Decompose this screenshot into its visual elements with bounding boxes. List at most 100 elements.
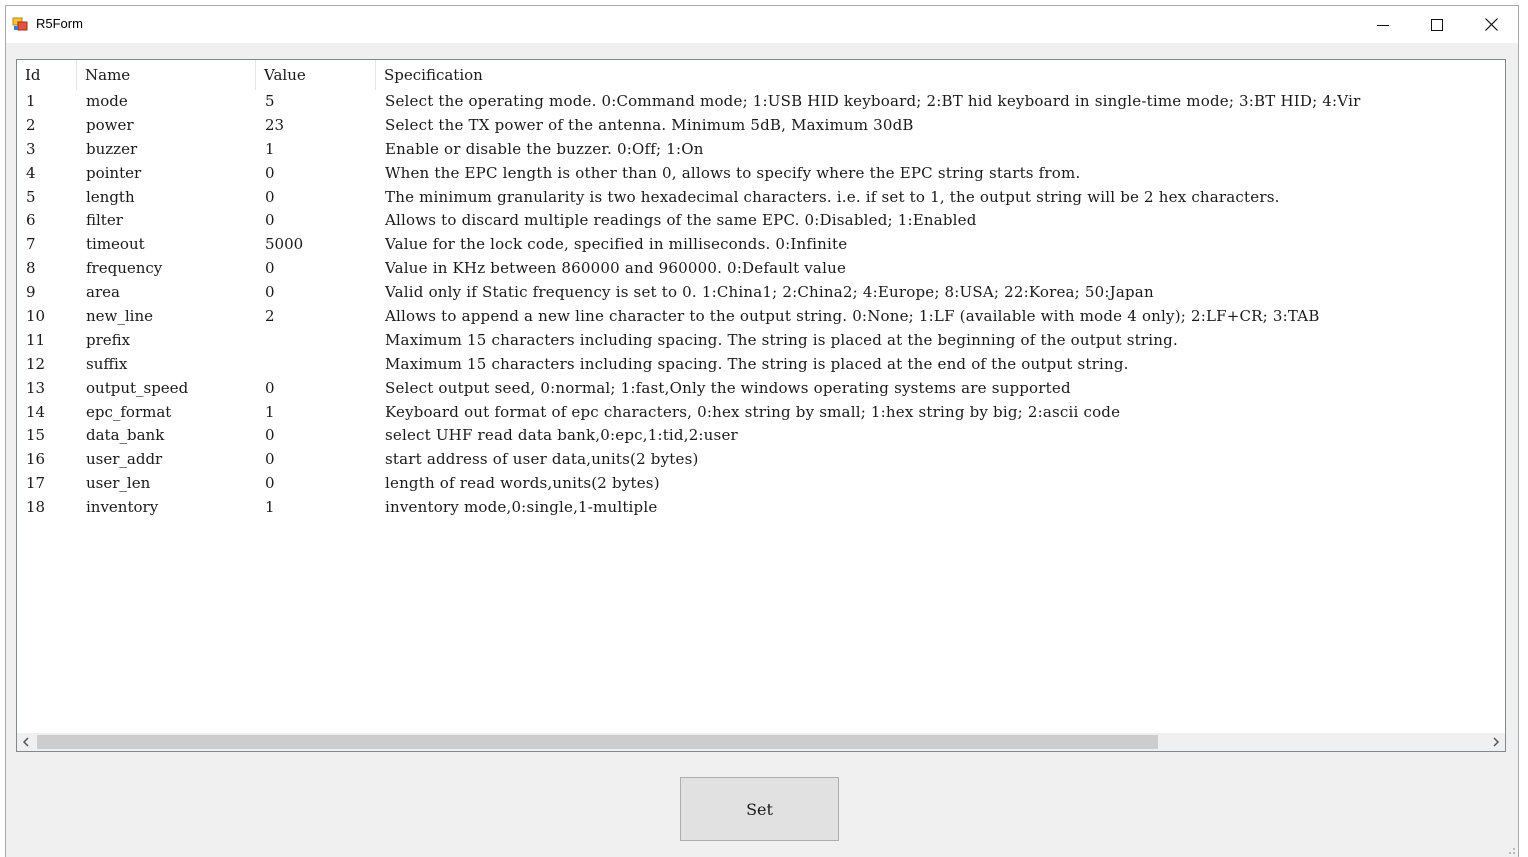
cell-specification: The minimum granularity is two hexadecim… <box>385 187 1280 206</box>
cell-id: 6 <box>26 211 36 230</box>
cell-name: pointer <box>86 163 142 182</box>
cell-name: new_line <box>86 307 154 326</box>
column-header-specification[interactable]: Specification <box>376 60 1505 90</box>
cell-value: 0 <box>265 283 275 302</box>
cell-id: 4 <box>26 163 36 182</box>
cell-value: 1 <box>265 139 275 158</box>
table-row[interactable]: 14 epc_format 1 Keyboard out format of epc … <box>17 401 1505 425</box>
cell-name: mode <box>86 92 128 110</box>
cell-specification: Maximum 15 characters including spacing.… <box>385 354 1129 373</box>
table-row[interactable]: 6 filter 0 Allows to discard multiple readi… <box>17 209 1505 233</box>
cell-value: 0 <box>265 187 275 206</box>
cell-value: 0 <box>265 211 275 230</box>
title-bar[interactable]: R5Form <box>6 6 1518 43</box>
cell-id: 8 <box>26 259 36 278</box>
horizontal-scrollbar[interactable] <box>17 733 1505 751</box>
cell-name: prefix <box>86 330 131 349</box>
cell-specification: Allows to discard multiple readings of t… <box>385 211 977 230</box>
table-row[interactable]: 13 output_speed 0 Select output seed, 0:nor… <box>17 377 1505 401</box>
cell-value: 0 <box>265 450 275 469</box>
cell-value: 1 <box>265 498 275 517</box>
table-row[interactable]: 7 timeout 5000 Value for the lock code, spe… <box>17 233 1505 257</box>
cell-value: 0 <box>265 426 275 445</box>
table-row[interactable]: 18 inventory 1 inventory mode,0:single,1-mu… <box>17 496 1505 520</box>
cell-value: 1 <box>265 402 275 421</box>
cell-value: 5 <box>265 92 275 110</box>
cell-id: 2 <box>26 115 36 134</box>
scroll-left-button[interactable] <box>17 733 35 751</box>
table-row[interactable]: 3 buzzer 1 Enable or disable the buzzer. 0:… <box>17 138 1505 162</box>
r5form-window: R5Form Id Name Value Specification 1 mode… <box>5 5 1519 857</box>
cell-id: 18 <box>26 498 46 517</box>
list-rows: 1 mode 5 Select the operating mode. 0:Comma… <box>17 90 1505 520</box>
cell-specification: Value for the lock code, specified in mi… <box>385 235 848 254</box>
cell-name: frequency <box>86 259 163 278</box>
cell-id: 13 <box>26 378 46 397</box>
cell-id: 5 <box>26 187 36 206</box>
chevron-right-icon <box>1493 737 1500 747</box>
cell-name: buzzer <box>86 139 138 158</box>
table-row[interactable]: 10 new_line 2 Allows to append a new line c… <box>17 305 1505 329</box>
close-button[interactable] <box>1464 6 1518 43</box>
settings-list-view[interactable]: Id Name Value Specification 1 mode 5 Select… <box>16 59 1506 752</box>
cell-value: 23 <box>265 115 285 134</box>
close-icon <box>1484 18 1498 31</box>
cell-name: suffix <box>86 354 128 373</box>
cell-specification: Keyboard out format of epc characters, 0… <box>385 402 1121 421</box>
cell-name: epc_format <box>86 402 172 421</box>
cell-specification: Select the operating mode. 0:Command mod… <box>385 92 1361 110</box>
cell-name: data_bank <box>86 426 165 445</box>
cell-id: 3 <box>26 139 36 158</box>
chevron-left-icon <box>22 737 29 747</box>
table-row[interactable]: 2 power 23 Select the TX power of the anten… <box>17 114 1505 138</box>
set-button[interactable]: Set <box>680 777 839 841</box>
cell-value: 0 <box>265 378 275 397</box>
cell-value: 0 <box>265 163 275 182</box>
cell-specification: Select the TX power of the antenna. Mini… <box>385 115 914 134</box>
cell-id: 1 <box>26 92 36 110</box>
app-icon <box>12 17 28 31</box>
cell-specification: length of read words,units(2 bytes) <box>385 474 660 493</box>
table-row[interactable]: 15 data_bank 0 select UHF read data bank,0:… <box>17 424 1505 448</box>
table-row[interactable]: 1 mode 5 Select the operating mode. 0:Comma… <box>17 90 1505 114</box>
list-header: Id Name Value Specification <box>17 60 1505 90</box>
cell-value: 0 <box>265 474 275 493</box>
column-header-id[interactable]: Id <box>17 60 77 90</box>
cell-name: power <box>86 115 134 134</box>
table-row[interactable]: 16 user_addr 0 start address of user data,u… <box>17 448 1505 472</box>
column-header-name[interactable]: Name <box>77 60 256 90</box>
cell-specification: When the EPC length is other than 0, all… <box>385 163 1081 182</box>
minimize-icon <box>1377 24 1389 26</box>
cell-id: 12 <box>26 354 46 373</box>
cell-specification: Maximum 15 characters including spacing.… <box>385 330 1178 349</box>
column-header-value[interactable]: Value <box>256 60 376 90</box>
maximize-icon <box>1431 18 1443 31</box>
cell-specification: Allows to append a new line character to… <box>385 307 1320 326</box>
table-row[interactable]: 17 user_len 0 length of read words,units(2 … <box>17 472 1505 496</box>
table-row[interactable]: 9 area 0 Valid only if Static frequency is … <box>17 281 1505 305</box>
minimize-button[interactable] <box>1356 6 1410 43</box>
cell-specification: Select output seed, 0:normal; 1:fast,Onl… <box>385 378 1071 397</box>
table-row[interactable]: 12 suffix Maximum 15 characters including … <box>17 353 1505 377</box>
cell-id: 9 <box>26 283 36 302</box>
maximize-button[interactable] <box>1410 6 1464 43</box>
cell-specification: inventory mode,0:single,1-multiple <box>385 498 658 517</box>
scroll-right-button[interactable] <box>1487 733 1505 751</box>
table-row[interactable]: 8 frequency 0 Value in KHz between 860000 a… <box>17 257 1505 281</box>
cell-id: 16 <box>26 450 46 469</box>
cell-name: timeout <box>86 235 145 254</box>
cell-specification: Valid only if Static frequency is set to… <box>385 283 1154 302</box>
resize-grip-icon[interactable] <box>1504 843 1516 855</box>
scrollbar-thumb[interactable] <box>37 735 1158 749</box>
table-row[interactable]: 4 pointer 0 When the EPC length is other th… <box>17 162 1505 186</box>
table-row[interactable]: 5 length 0 The minimum granularity is two h… <box>17 186 1505 210</box>
cell-value: 5000 <box>265 235 304 254</box>
cell-specification: Enable or disable the buzzer. 0:Off; 1:O… <box>385 139 704 158</box>
cell-id: 10 <box>26 307 46 326</box>
cell-specification: start address of user data,units(2 bytes… <box>385 450 699 469</box>
cell-name: output_speed <box>86 378 189 397</box>
table-row[interactable]: 11 prefix Maximum 15 characters including … <box>17 329 1505 353</box>
cell-name: user_addr <box>86 450 163 469</box>
cell-specification: select UHF read data bank,0:epc,1:tid,2:… <box>385 426 738 445</box>
cell-id: 7 <box>26 235 36 254</box>
